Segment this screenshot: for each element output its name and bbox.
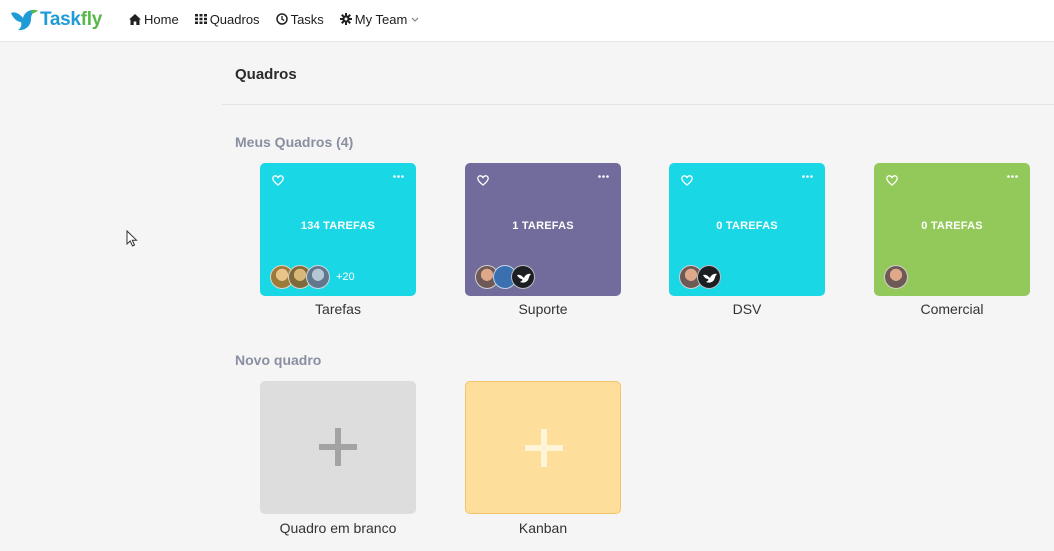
- board-card-comercial[interactable]: 0 TAREFAS: [874, 163, 1030, 296]
- page-title: Quadros: [235, 66, 297, 83]
- nav-quadros[interactable]: Quadros: [194, 11, 260, 27]
- nav-tasks[interactable]: Tasks: [275, 11, 324, 27]
- kanban-board-template[interactable]: [465, 381, 621, 514]
- my-boards-heading: Meus Quadros (4): [235, 134, 354, 150]
- plus-icon: [319, 428, 357, 466]
- heart-icon[interactable]: [272, 175, 284, 186]
- board-card-suporte[interactable]: 1 TAREFAS: [465, 163, 621, 296]
- logo-text-fly: fly: [80, 9, 103, 30]
- blank-board-template[interactable]: [260, 381, 416, 514]
- avatar: [884, 265, 908, 289]
- logo-text-task: Task: [40, 9, 81, 30]
- more-options-icon[interactable]: [1007, 175, 1018, 178]
- bird-avatar-icon: [511, 265, 535, 289]
- grid-icon: [194, 14, 207, 24]
- task-count: 0 TAREFAS: [921, 220, 983, 232]
- bird-logo-icon: [11, 9, 38, 31]
- clock-icon: [275, 13, 288, 25]
- nav-quadros-label: Quadros: [209, 11, 260, 27]
- board-name[interactable]: Comercial: [874, 301, 1030, 317]
- member-avatars: [475, 264, 535, 290]
- title-divider: [222, 104, 1054, 105]
- more-options-icon[interactable]: [393, 175, 404, 178]
- heart-icon[interactable]: [477, 175, 489, 186]
- home-icon: [129, 13, 141, 25]
- boards-page: Quadros Meus Quadros (4) 134 TAREFAS +20…: [222, 43, 1054, 551]
- chevron-down-icon: [411, 17, 419, 22]
- nav-my-team-label: My Team: [354, 11, 408, 27]
- board-card-dsv[interactable]: 0 TAREFAS: [669, 163, 825, 296]
- template-name[interactable]: Quadro em branco: [260, 520, 416, 536]
- new-board-heading: Novo quadro: [235, 352, 322, 368]
- member-avatars: [679, 264, 721, 290]
- task-count: 1 TAREFAS: [512, 220, 574, 232]
- avatar: [306, 265, 330, 289]
- top-navbar: Taskfly Home Quadros Tasks My Team: [0, 0, 1054, 42]
- board-name[interactable]: Suporte: [465, 301, 621, 317]
- template-name[interactable]: Kanban: [465, 520, 621, 536]
- nav-tasks-label: Tasks: [290, 11, 324, 27]
- bird-avatar-icon: [697, 265, 721, 289]
- more-options-icon[interactable]: [598, 175, 609, 178]
- taskfly-logo[interactable]: Taskfly: [9, 6, 102, 34]
- board-name[interactable]: DSV: [669, 301, 825, 317]
- board-name[interactable]: Tarefas: [260, 301, 416, 317]
- heart-icon[interactable]: [886, 175, 898, 186]
- extra-members-count: +20: [336, 271, 355, 283]
- mouse-cursor-icon: [126, 230, 138, 247]
- nav-my-team[interactable]: My Team: [339, 11, 420, 27]
- task-count: 0 TAREFAS: [716, 220, 778, 232]
- plus-icon: [525, 429, 563, 467]
- nav-home-label: Home: [144, 11, 179, 27]
- task-count: 134 TAREFAS: [300, 220, 376, 232]
- board-card-tarefas[interactable]: 134 TAREFAS +20: [260, 163, 416, 296]
- heart-icon[interactable]: [681, 175, 693, 186]
- gear-icon: [339, 13, 352, 25]
- member-avatars: +20: [270, 264, 355, 290]
- main-nav: Home Quadros Tasks My Team: [129, 0, 435, 38]
- nav-home[interactable]: Home: [129, 12, 179, 27]
- more-options-icon[interactable]: [802, 175, 813, 178]
- member-avatars: [884, 264, 908, 290]
- logo-text: Taskfly: [40, 9, 102, 31]
